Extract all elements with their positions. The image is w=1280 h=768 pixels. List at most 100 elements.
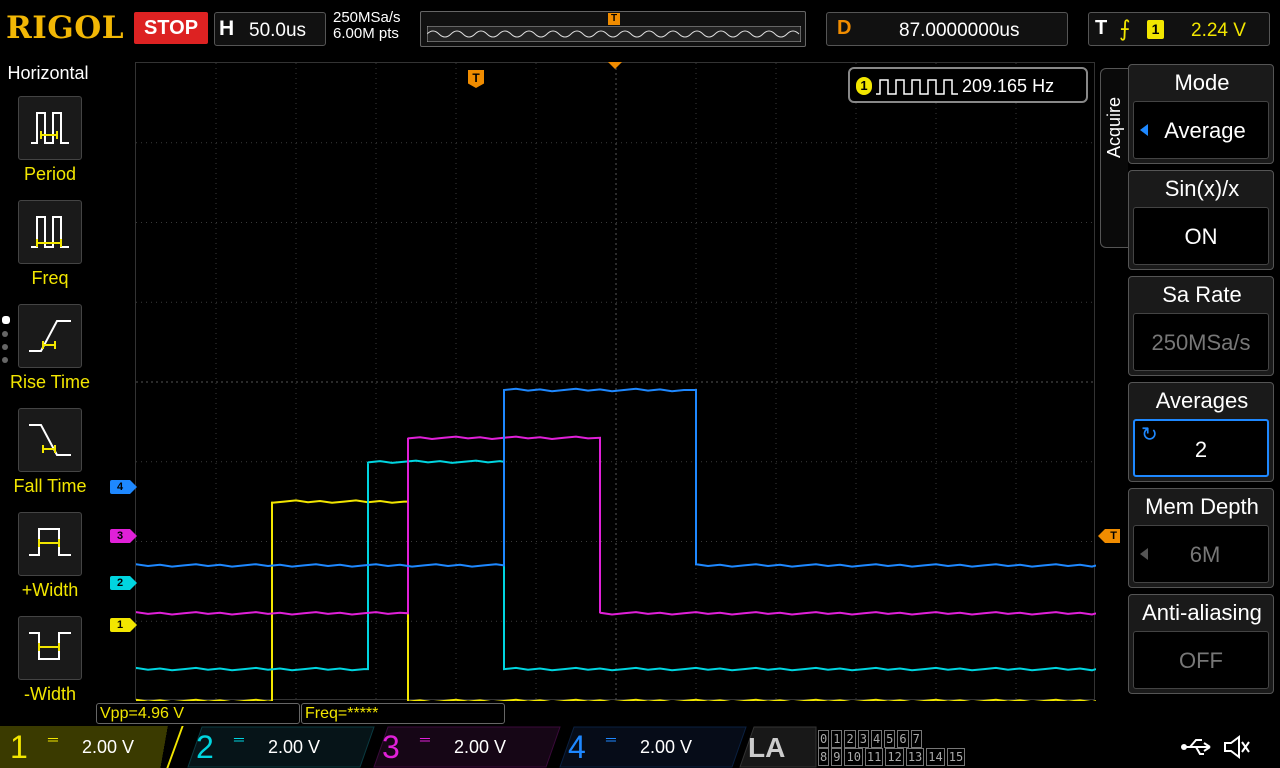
counter-source-badge: 1	[856, 77, 872, 95]
trigger-source-badge: 1	[1147, 20, 1164, 39]
la-channel-label: 13	[905, 748, 925, 766]
memory-trigger-marker: T	[608, 13, 620, 25]
fall-time-icon	[18, 408, 82, 472]
la-channel-label: 0	[818, 730, 830, 748]
vpp-measurement: Vpp=4.96 V	[96, 703, 300, 724]
period-icon	[18, 96, 82, 160]
channel-3-box[interactable]: 3 ═ 2.00 V	[372, 726, 562, 768]
sinx-value: ON	[1133, 207, 1269, 265]
averages-title: Averages	[1155, 388, 1249, 413]
channel-4-number: 4	[568, 729, 586, 765]
brand-logo: RIGOL	[6, 10, 125, 46]
la-channel-label: 11	[864, 748, 884, 766]
mem-depth-title: Mem Depth	[1145, 494, 1259, 519]
acquire-menu-tab[interactable]: Acquire	[1100, 68, 1128, 248]
la-channel-label: 6	[897, 730, 909, 748]
sample-rate-value: 250MSa/s	[333, 9, 401, 26]
delay-key-label: D	[837, 17, 852, 39]
positive-width-icon	[18, 512, 82, 576]
channel-2-offset-marker[interactable]: 2	[110, 576, 137, 590]
channel-1-trace	[136, 499, 1096, 701]
rising-edge-icon: ⨍	[1119, 16, 1131, 41]
channel-3-number: 3	[382, 729, 400, 765]
delay-box[interactable]: D 87.0000000us	[826, 12, 1068, 46]
run-stop-status[interactable]: STOP	[134, 12, 208, 44]
timebase-value: 50.0us	[249, 20, 307, 41]
horizontal-key-label: H	[219, 17, 235, 40]
measure-period-button[interactable]: Period	[0, 96, 96, 200]
trigger-box[interactable]: T ⨍ 1 2.24 V	[1088, 12, 1270, 46]
channel-1-offset-marker[interactable]: 1	[110, 618, 137, 632]
dc-coupling-icon: ═	[234, 731, 244, 747]
la-channel-label: 1	[831, 730, 843, 748]
mode-title: Mode	[1174, 70, 1230, 95]
channel-2-scale: 2.00 V	[268, 737, 321, 757]
la-channel-label: 10	[844, 748, 863, 766]
memory-position-bar[interactable]: T	[420, 11, 806, 47]
anti-aliasing-menu-item[interactable]: Anti-aliasing OFF	[1128, 594, 1274, 694]
la-channel-label: 4	[870, 730, 883, 748]
la-channel-grid[interactable]: 01234567 8 9 10 11 12 13 14 15	[818, 730, 966, 766]
dc-coupling-icon: ═	[606, 731, 616, 747]
freq-label: Freq	[31, 268, 69, 288]
left-arrow-icon	[1140, 124, 1148, 136]
square-wave-icon	[876, 79, 958, 95]
left-arrow-icon	[1140, 548, 1148, 560]
frequency-counter-value: 209.165 Hz	[962, 76, 1055, 96]
rise-time-label: Rise Time	[9, 372, 90, 392]
trigger-center-marker	[608, 62, 622, 69]
measure-fall-time-button[interactable]: Fall Time	[0, 408, 96, 512]
channel-3-offset-marker[interactable]: 3	[110, 529, 137, 543]
channel-3-scale: 2.00 V	[454, 737, 507, 757]
measure-rise-time-button[interactable]: Rise Time	[0, 304, 96, 408]
rotate-knob-icon: ↻	[1141, 424, 1158, 446]
memory-points-value: 6.00M pts	[333, 25, 399, 42]
positive-width-label: +Width	[21, 580, 79, 600]
sample-rate-menu-value: 250MSa/s	[1133, 313, 1269, 371]
negative-width-label: -Width	[23, 684, 76, 704]
channel-4-box[interactable]: 4 ═ 2.00 V	[558, 726, 748, 768]
waveform-display[interactable]	[135, 62, 1096, 701]
dc-coupling-icon: ═	[420, 731, 430, 747]
anti-aliasing-value: OFF	[1133, 631, 1269, 689]
mode-menu-item[interactable]: Mode Average	[1128, 64, 1274, 164]
sidebar-title: Horizontal	[7, 63, 89, 83]
measure-sidebar: Horizontal Period Freq Rise Time Fall Ti…	[0, 60, 96, 704]
acquire-tab-label: Acquire	[1104, 97, 1124, 159]
la-channel-label: 8	[818, 748, 830, 766]
memory-waveform-preview-icon	[427, 26, 801, 42]
speaker-muted-icon[interactable]	[1222, 734, 1252, 760]
logic-analyzer-button[interactable]: LA	[748, 732, 785, 764]
channel-bar: 1 ═ 2.00 V 2 ═ 2.00 V 3 ═ 2.00 V 4 ═ 2.0…	[0, 726, 1280, 768]
channel-1-number: 1	[10, 729, 28, 765]
horizontal-timebase-box[interactable]: H 50.0us	[214, 12, 326, 46]
averages-value: 2	[1194, 437, 1208, 462]
anti-aliasing-title: Anti-aliasing	[1142, 600, 1262, 625]
averages-menu-item[interactable]: Averages ↻ 2	[1128, 382, 1274, 482]
channel-2-box[interactable]: 2 ═ 2.00 V	[186, 726, 376, 768]
sample-rate-menu-item[interactable]: Sa Rate 250MSa/s	[1128, 276, 1274, 376]
mem-depth-menu-item[interactable]: Mem Depth 6M	[1128, 488, 1274, 588]
delay-value: 87.0000000us	[899, 20, 1020, 41]
channel-4-offset-marker[interactable]: 4	[110, 480, 137, 494]
dc-coupling-icon: ═	[48, 731, 58, 747]
averages-value-box: ↻ 2	[1133, 419, 1269, 477]
frequency-counter: 1 209.165 Hz	[848, 67, 1088, 103]
measure-freq-button[interactable]: Freq	[0, 200, 96, 304]
la-channel-label: 3	[857, 730, 869, 748]
measure-positive-width-button[interactable]: +Width	[0, 512, 96, 616]
status-bar: RIGOL STOP H 50.0us 250MSa/s 6.00M pts T…	[0, 0, 1280, 58]
sinx-menu-item[interactable]: Sin(x)/x ON	[1128, 170, 1274, 270]
channel-1-box[interactable]: 1 ═ 2.00 V	[0, 726, 190, 768]
trigger-key-label: T	[1095, 17, 1108, 39]
channel-1-scale: 2.00 V	[82, 737, 135, 757]
sample-info: 250MSa/s 6.00M pts	[333, 10, 401, 42]
frequency-icon	[18, 200, 82, 264]
waveform-grid	[136, 63, 1096, 701]
rise-time-icon	[18, 304, 82, 368]
usb-icon	[1181, 739, 1211, 755]
la-channel-label: 14	[926, 748, 945, 766]
measure-negative-width-button[interactable]: -Width	[0, 616, 96, 720]
la-channel-label: 12	[885, 748, 904, 766]
sinx-title: Sin(x)/x	[1164, 176, 1240, 201]
